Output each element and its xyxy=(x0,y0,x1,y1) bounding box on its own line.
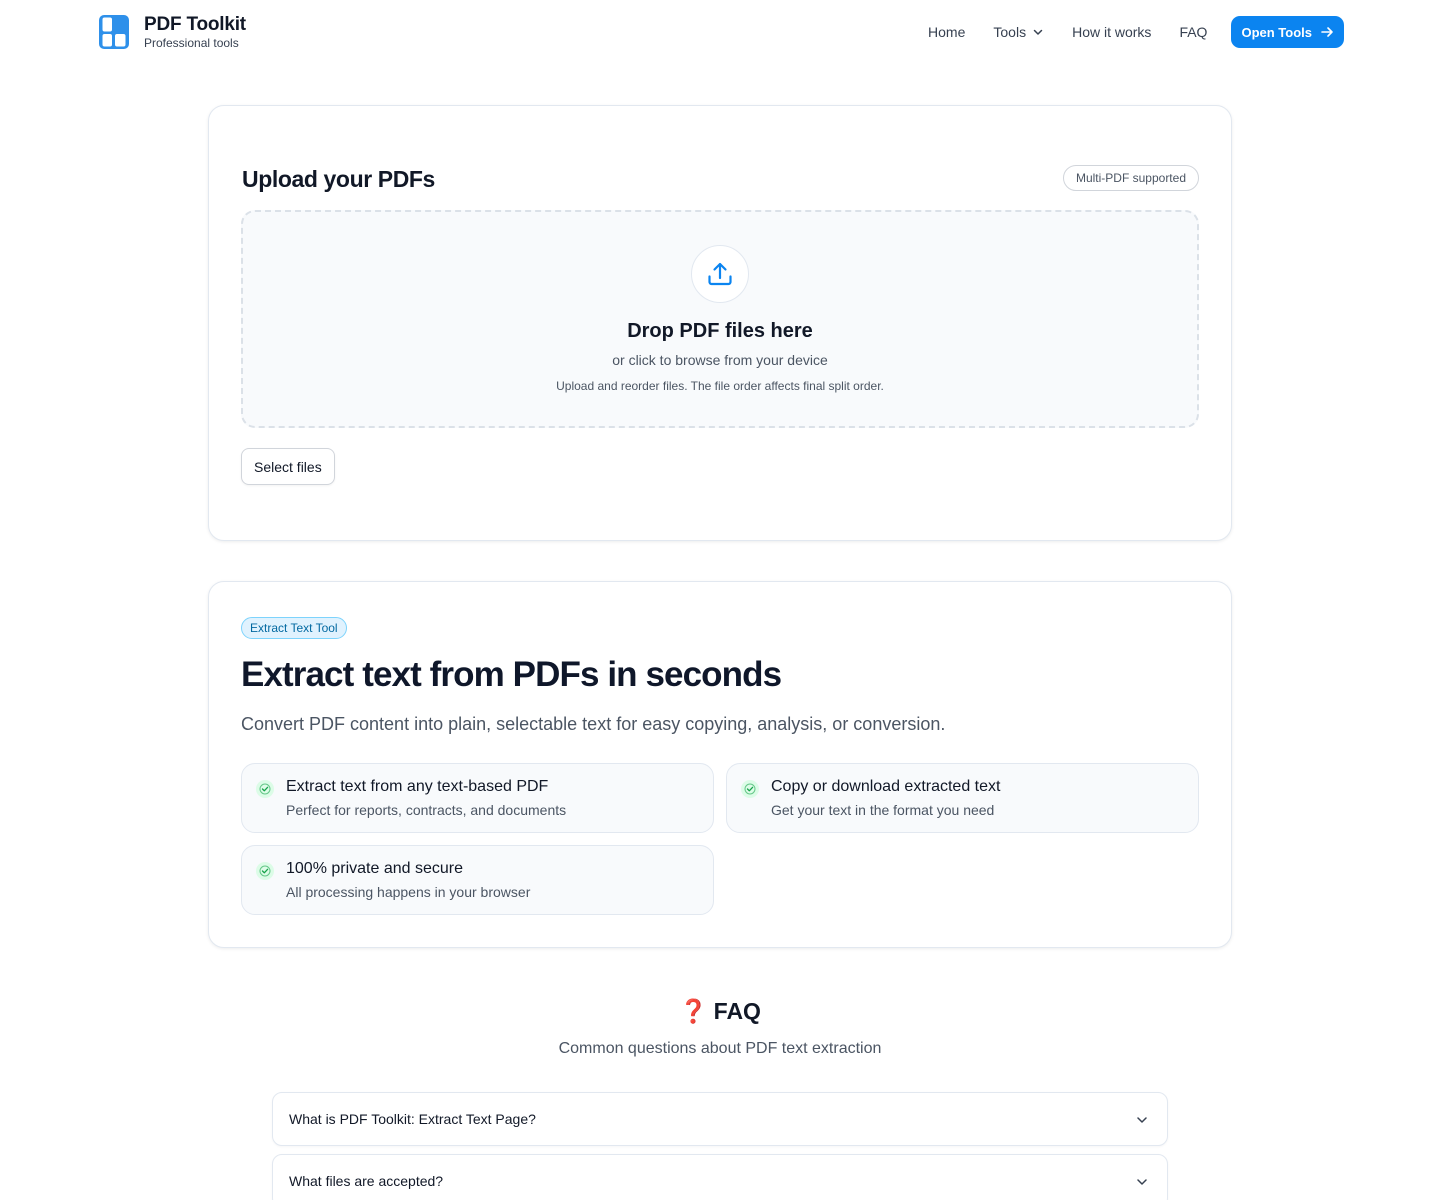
feature-subtitle: Get your text in the format you need xyxy=(771,802,995,818)
brand-name: PDF Toolkit xyxy=(144,14,246,35)
feature-card: Copy or download extracted text Get your… xyxy=(726,763,1199,833)
faq-title: FAQ xyxy=(713,998,761,1024)
nav-tools[interactable]: Tools xyxy=(993,24,1044,40)
open-tools-button[interactable]: Open Tools xyxy=(1231,16,1344,48)
faq-heading: ❓ FAQ xyxy=(0,998,1440,1025)
faq-item[interactable]: What files are accepted? xyxy=(272,1154,1168,1200)
select-files-button[interactable]: Select files xyxy=(241,448,335,485)
faq-subtitle: Common questions about PDF text extracti… xyxy=(558,1040,882,1057)
nav-home[interactable]: Home xyxy=(928,24,965,40)
feature-title: Extract text from any text-based PDF xyxy=(286,778,549,795)
feature-title: Copy or download extracted text xyxy=(771,778,1001,795)
faq-question: What is PDF Toolkit: Extract Text Page? xyxy=(289,1111,536,1127)
drop-title: Drop PDF files here xyxy=(627,320,813,342)
extract-card: Extract Text Tool Extract text from PDFs… xyxy=(208,581,1232,948)
arrow-right-icon xyxy=(1321,27,1333,37)
brand-tagline: Professional tools xyxy=(144,36,239,50)
extract-title: Extract text from PDFs in seconds xyxy=(241,655,782,694)
upload-card: Upload your PDFs Multi-PDF supported Dro… xyxy=(208,105,1232,541)
upload-icon xyxy=(708,262,732,286)
check-circle-icon xyxy=(256,780,274,798)
nav-faq[interactable]: FAQ xyxy=(1179,24,1207,40)
logo-icon xyxy=(99,15,129,49)
check-circle-icon xyxy=(741,780,759,798)
pdf-dropzone[interactable]: Drop PDF files here or click to browse f… xyxy=(241,210,1199,428)
chevron-down-icon xyxy=(1033,29,1043,35)
faq-question: What files are accepted? xyxy=(289,1173,444,1189)
upload-icon-circle xyxy=(691,245,749,303)
faq-item[interactable]: What is PDF Toolkit: Extract Text Page? xyxy=(272,1092,1168,1146)
chevron-down-icon xyxy=(1137,1179,1147,1185)
brand[interactable]: PDF Toolkit Professional tools xyxy=(98,14,246,50)
feature-card: Extract text from any text-based PDF Per… xyxy=(241,763,714,833)
site-header: PDF Toolkit Professional tools Home Tool… xyxy=(0,0,1440,64)
feature-title: 100% private and secure xyxy=(286,860,463,877)
main-nav: Home Tools How it works FAQ Open Tools xyxy=(928,16,1344,48)
drop-note: Upload and reorder files. The file order… xyxy=(556,379,884,393)
check-circle-icon xyxy=(256,862,274,880)
feature-subtitle: Perfect for reports, contracts, and docu… xyxy=(286,802,567,818)
upload-title: Upload your PDFs xyxy=(242,166,435,192)
nav-tools-label: Tools xyxy=(993,24,1027,40)
extract-description: Convert PDF content into plain, selectab… xyxy=(241,714,946,734)
nav-how-it-works[interactable]: How it works xyxy=(1072,24,1151,40)
chevron-down-icon xyxy=(1137,1117,1147,1123)
drop-subtitle: or click to browse from your device xyxy=(612,352,828,368)
multi-pdf-badge: Multi-PDF supported xyxy=(1062,165,1199,191)
feature-subtitle: All processing happens in your browser xyxy=(286,884,531,900)
tool-badge: Extract Text Tool xyxy=(241,617,347,639)
question-mark-icon: ❓ xyxy=(679,998,708,1024)
open-tools-label: Open Tools xyxy=(1241,24,1312,40)
feature-card: 100% private and secure All processing h… xyxy=(241,845,714,915)
